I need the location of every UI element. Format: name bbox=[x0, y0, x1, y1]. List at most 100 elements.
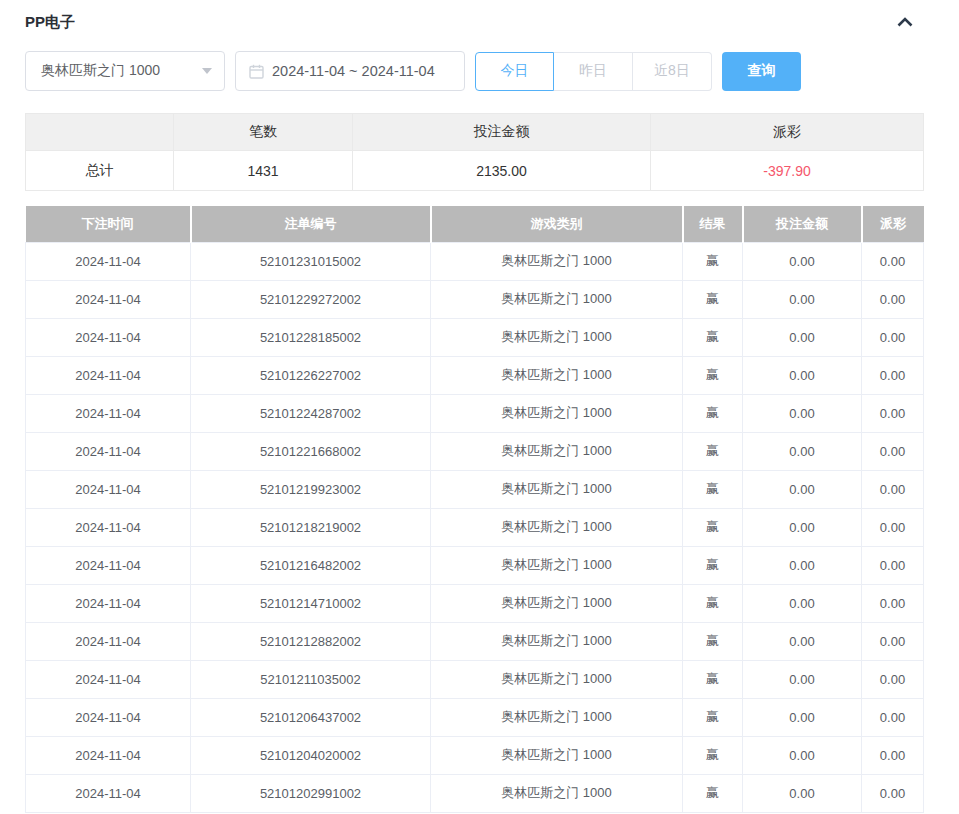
chevron-up-icon[interactable] bbox=[893, 10, 917, 34]
calendar-icon bbox=[249, 64, 264, 79]
summary-header-blank bbox=[26, 114, 174, 151]
cell-bet-amount: 0.00 bbox=[743, 546, 862, 584]
table-row: 2024-11-0452101219923002奥林匹斯之门 1000赢0.00… bbox=[26, 470, 924, 508]
records-table: 下注时间 注单编号 游戏类别 结果 投注金额 派彩 2024-11-045210… bbox=[25, 206, 924, 813]
cell-order-id: 52101206437002 bbox=[191, 698, 431, 736]
summary-header-bet-amount: 投注金额 bbox=[353, 114, 651, 151]
quick-date-button-group: 今日 昨日 近8日 bbox=[475, 52, 712, 91]
last-8-days-button[interactable]: 近8日 bbox=[633, 52, 712, 91]
table-row: 2024-11-0452101228185002奥林匹斯之门 1000赢0.00… bbox=[26, 318, 924, 356]
cell-result: 赢 bbox=[683, 546, 743, 584]
cell-bet-time: 2024-11-04 bbox=[26, 394, 191, 432]
table-row: 2024-11-0452101202991002奥林匹斯之门 1000赢0.00… bbox=[26, 774, 924, 812]
cell-result: 赢 bbox=[683, 584, 743, 622]
today-button[interactable]: 今日 bbox=[475, 52, 554, 91]
cell-order-id: 52101218219002 bbox=[191, 508, 431, 546]
cell-order-id: 52101231015002 bbox=[191, 242, 431, 280]
cell-order-id: 52101221668002 bbox=[191, 432, 431, 470]
cell-bet-time: 2024-11-04 bbox=[26, 470, 191, 508]
summary-total-payout: -397.90 bbox=[651, 151, 924, 191]
summary-total-bet-amount: 2135.00 bbox=[353, 151, 651, 191]
cell-payout: 0.00 bbox=[862, 774, 924, 812]
cell-result: 赢 bbox=[683, 736, 743, 774]
table-row: 2024-11-0452101229272002奥林匹斯之门 1000赢0.00… bbox=[26, 280, 924, 318]
cell-game-type: 奥林匹斯之门 1000 bbox=[431, 622, 683, 660]
game-select[interactable]: 奥林匹斯之门 1000 bbox=[25, 51, 225, 91]
cell-order-id: 52101226227002 bbox=[191, 356, 431, 394]
cell-payout: 0.00 bbox=[862, 470, 924, 508]
cell-bet-time: 2024-11-04 bbox=[26, 242, 191, 280]
cell-game-type: 奥林匹斯之门 1000 bbox=[431, 546, 683, 584]
cell-payout: 0.00 bbox=[862, 432, 924, 470]
cell-order-id: 52101214710002 bbox=[191, 584, 431, 622]
cell-bet-amount: 0.00 bbox=[743, 622, 862, 660]
cell-result: 赢 bbox=[683, 432, 743, 470]
cell-game-type: 奥林匹斯之门 1000 bbox=[431, 356, 683, 394]
cell-bet-amount: 0.00 bbox=[743, 660, 862, 698]
summary-total-row: 总计 1431 2135.00 -397.90 bbox=[26, 151, 924, 191]
cell-payout: 0.00 bbox=[862, 736, 924, 774]
filter-bar: 奥林匹斯之门 1000 2024-11-04 ~ 2024-11-04 今日 昨… bbox=[25, 51, 923, 91]
header-order-id: 注单编号 bbox=[191, 206, 431, 242]
cell-game-type: 奥林匹斯之门 1000 bbox=[431, 584, 683, 622]
cell-result: 赢 bbox=[683, 622, 743, 660]
cell-bet-time: 2024-11-04 bbox=[26, 774, 191, 812]
cell-payout: 0.00 bbox=[862, 280, 924, 318]
chevron-down-icon bbox=[202, 68, 212, 74]
table-row: 2024-11-0452101204020002奥林匹斯之门 1000赢0.00… bbox=[26, 736, 924, 774]
cell-game-type: 奥林匹斯之门 1000 bbox=[431, 432, 683, 470]
table-row: 2024-11-0452101206437002奥林匹斯之门 1000赢0.00… bbox=[26, 698, 924, 736]
cell-result: 赢 bbox=[683, 470, 743, 508]
cell-result: 赢 bbox=[683, 508, 743, 546]
header-bet-time: 下注时间 bbox=[26, 206, 191, 242]
cell-bet-time: 2024-11-04 bbox=[26, 432, 191, 470]
summary-header-count: 笔数 bbox=[174, 114, 353, 151]
table-row: 2024-11-0452101218219002奥林匹斯之门 1000赢0.00… bbox=[26, 508, 924, 546]
cell-result: 赢 bbox=[683, 698, 743, 736]
cell-game-type: 奥林匹斯之门 1000 bbox=[431, 318, 683, 356]
cell-bet-time: 2024-11-04 bbox=[26, 280, 191, 318]
cell-payout: 0.00 bbox=[862, 584, 924, 622]
table-row: 2024-11-0452101214710002奥林匹斯之门 1000赢0.00… bbox=[26, 584, 924, 622]
cell-result: 赢 bbox=[683, 394, 743, 432]
cell-game-type: 奥林匹斯之门 1000 bbox=[431, 774, 683, 812]
cell-bet-amount: 0.00 bbox=[743, 698, 862, 736]
cell-result: 赢 bbox=[683, 280, 743, 318]
cell-bet-time: 2024-11-04 bbox=[26, 622, 191, 660]
panel-title: PP电子 bbox=[25, 13, 75, 32]
records-header-row: 下注时间 注单编号 游戏类别 结果 投注金额 派彩 bbox=[26, 206, 924, 242]
cell-payout: 0.00 bbox=[862, 698, 924, 736]
cell-order-id: 52101216482002 bbox=[191, 546, 431, 584]
cell-bet-amount: 0.00 bbox=[743, 356, 862, 394]
date-range-value: 2024-11-04 ~ 2024-11-04 bbox=[272, 63, 435, 79]
cell-game-type: 奥林匹斯之门 1000 bbox=[431, 508, 683, 546]
cell-bet-amount: 0.00 bbox=[743, 242, 862, 280]
cell-order-id: 52101212882002 bbox=[191, 622, 431, 660]
cell-bet-amount: 0.00 bbox=[743, 432, 862, 470]
cell-game-type: 奥林匹斯之门 1000 bbox=[431, 394, 683, 432]
game-select-value: 奥林匹斯之门 1000 bbox=[41, 62, 160, 80]
header-payout: 派彩 bbox=[862, 206, 924, 242]
table-row: 2024-11-0452101231015002奥林匹斯之门 1000赢0.00… bbox=[26, 242, 924, 280]
summary-table: 笔数 投注金额 派彩 总计 1431 2135.00 -397.90 bbox=[25, 113, 924, 191]
cell-result: 赢 bbox=[683, 356, 743, 394]
summary-header-payout: 派彩 bbox=[651, 114, 924, 151]
cell-result: 赢 bbox=[683, 242, 743, 280]
cell-game-type: 奥林匹斯之门 1000 bbox=[431, 470, 683, 508]
cell-bet-amount: 0.00 bbox=[743, 508, 862, 546]
cell-bet-time: 2024-11-04 bbox=[26, 736, 191, 774]
cell-payout: 0.00 bbox=[862, 546, 924, 584]
search-button[interactable]: 查询 bbox=[722, 52, 801, 91]
table-row: 2024-11-0452101226227002奥林匹斯之门 1000赢0.00… bbox=[26, 356, 924, 394]
pp-panel: PP电子 奥林匹斯之门 1000 2024-11-04 ~ 2024-11-04… bbox=[0, 0, 923, 813]
cell-bet-time: 2024-11-04 bbox=[26, 508, 191, 546]
cell-order-id: 52101228185002 bbox=[191, 318, 431, 356]
header-game-type: 游戏类别 bbox=[431, 206, 683, 242]
date-range-input[interactable]: 2024-11-04 ~ 2024-11-04 bbox=[235, 51, 465, 91]
cell-bet-time: 2024-11-04 bbox=[26, 546, 191, 584]
table-row: 2024-11-0452101221668002奥林匹斯之门 1000赢0.00… bbox=[26, 432, 924, 470]
table-row: 2024-11-0452101212882002奥林匹斯之门 1000赢0.00… bbox=[26, 622, 924, 660]
cell-bet-amount: 0.00 bbox=[743, 736, 862, 774]
yesterday-button[interactable]: 昨日 bbox=[554, 52, 633, 91]
cell-payout: 0.00 bbox=[862, 356, 924, 394]
